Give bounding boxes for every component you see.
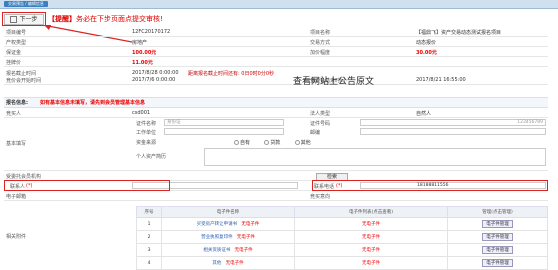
deposit-label: 保证金 xyxy=(6,50,22,56)
postcode-label: 邮编 xyxy=(310,130,321,136)
table-row: 2 营业执照复印件 无电子件 无电子件 电子件管理 xyxy=(136,230,548,244)
row-no: 1 xyxy=(136,217,162,231)
attachment-status: 无电子件 xyxy=(234,248,253,253)
listing-price-value: 11.00元 xyxy=(132,60,153,66)
signup-section-notice: 如有基本信息未填写，请先到会员管理基本信息 xyxy=(40,100,146,106)
resume-label: 个人资产简历 xyxy=(136,154,167,160)
signup-deadline-value: 2017/8/28 0:00:00 xyxy=(132,70,179,76)
signup-section-header: 报名信息: 如有基本信息未填写，请先到会员管理基本信息 xyxy=(4,97,548,108)
attachment-status: 无电子件 xyxy=(236,235,255,240)
attachment-list: 无电子件 xyxy=(294,230,448,244)
manage-button[interactable]: 电子件管理 xyxy=(482,259,513,267)
attachment-list: 无电子件 xyxy=(294,217,448,231)
deposit-value: 100.00元 xyxy=(132,50,157,56)
row-no: 3 xyxy=(136,243,162,257)
funding-option-1[interactable]: 自有 xyxy=(240,140,250,146)
funding-option-2[interactable]: 贷款 xyxy=(270,140,280,146)
funding-option-3[interactable]: 其他 xyxy=(301,140,311,146)
signup-section-title: 报名信息: xyxy=(6,100,28,106)
quote-end-value: 2017/8/21 16:55:00 xyxy=(416,77,466,83)
quote-start-label: 竞价会开始时间 xyxy=(6,78,42,84)
table-row: 3 相关资质证书 无电子件 无电子件 电子件管理 xyxy=(136,243,548,257)
project-name-value: 【福鼎飞】资产交易动态测试报名项目 xyxy=(416,30,502,36)
attachments-table: 序号 电子件名称 电子件列表(点击查看) 管理(点击管理) 1 买受房产转让申请… xyxy=(136,206,548,270)
signup-deadline-label: 报名截止时间 xyxy=(6,71,37,77)
row-no: 4 xyxy=(136,256,162,270)
col-manage: 管理(点击管理) xyxy=(447,206,548,218)
remark-label: 竞买意向 xyxy=(310,194,331,200)
col-no: 序号 xyxy=(136,206,162,218)
bidder-label: 竞买人 xyxy=(6,111,22,117)
manage-cell: 电子件管理 xyxy=(447,230,548,244)
trade-method-label: 交易方式 xyxy=(310,40,331,46)
postcode-field[interactable] xyxy=(360,128,546,135)
id-name-field[interactable]: 身份证 xyxy=(164,119,284,126)
email-label: 电子邮箱 xyxy=(6,194,27,200)
row-no: 2 xyxy=(136,230,162,244)
increment-label: 加价幅度 xyxy=(310,50,331,56)
manage-cell: 电子件管理 xyxy=(447,217,548,231)
id-name-label: 证件名称 xyxy=(136,121,157,127)
project-name-label: 项目名称 xyxy=(310,30,331,36)
tab-edit-info[interactable]: 交易预告 / 编辑信息 xyxy=(4,1,48,7)
attachment-list: 无电子件 xyxy=(294,243,448,257)
property-type-value: 房地产 xyxy=(132,40,148,46)
attachments-label: 相关附件 xyxy=(6,234,27,240)
basic-fill-label: 基本填写 xyxy=(6,141,27,147)
legal-type-label: 法人类型 xyxy=(310,111,331,117)
radio-icon[interactable] xyxy=(234,140,239,145)
id-no-label: 证件号码 xyxy=(310,121,331,127)
radio-icon[interactable] xyxy=(264,140,270,145)
attachment-name[interactable]: 相关资质证书 xyxy=(203,248,230,253)
project-no-label: 项目编号 xyxy=(6,30,27,36)
manage-cell: 电子件管理 xyxy=(447,256,548,270)
attachment-status: 无电子件 xyxy=(225,261,244,266)
row-name-cell: 相关资质证书 无电子件 xyxy=(161,243,295,257)
manage-button[interactable]: 电子件管理 xyxy=(482,220,513,228)
property-type-label: 产权类型 xyxy=(6,40,27,46)
project-no-value: 12FC20170172 xyxy=(132,29,171,35)
attachment-status: 无电子件 xyxy=(241,222,260,227)
row-name-cell: 买受房产转让申请书 无电子件 xyxy=(161,217,295,231)
trade-method-value: 动态报价 xyxy=(416,40,437,46)
attachment-list: 无电子件 xyxy=(294,256,448,270)
radio-icon[interactable] xyxy=(294,140,300,145)
legal-type-value: 自然人 xyxy=(416,111,432,117)
row-name-cell: 其他 无电子件 xyxy=(161,256,295,270)
table-row: 4 其他 无电子件 无电子件 电子件管理 xyxy=(136,256,548,270)
watermark-text: 查看网站上公告原文 xyxy=(293,77,375,87)
resume-textarea[interactable] xyxy=(204,148,546,166)
attachment-name[interactable]: 买受房产转让申请书 xyxy=(197,222,238,227)
increment-value: 30.00元 xyxy=(416,50,437,56)
manage-button[interactable]: 电子件管理 xyxy=(482,246,513,254)
top-tab-bar xyxy=(0,0,558,9)
countdown-note: 距离报名截止时间还有: 0日0时0分0秒 xyxy=(188,71,275,77)
manage-button[interactable]: 电子件管理 xyxy=(482,233,513,241)
id-no-field[interactable]: 123456789 xyxy=(360,119,546,126)
col-list: 电子件列表(点击查看) xyxy=(294,206,448,218)
listing-price-label: 挂牌价 xyxy=(6,60,22,66)
workplace-label: 工作单位 xyxy=(136,130,157,136)
table-row: 1 买受房产转让申请书 无电子件 无电子件 电子件管理 xyxy=(136,217,548,231)
funding-radio-group[interactable]: 自有 贷款 其他 xyxy=(234,139,311,146)
row-name-cell: 营业执照复印件 无电子件 xyxy=(161,230,295,244)
col-name: 电子件名称 xyxy=(161,206,295,218)
phone-highlight xyxy=(312,180,548,191)
agent-label: 受委托会员机构 xyxy=(6,174,42,180)
workplace-field[interactable] xyxy=(164,128,284,135)
attachment-name[interactable]: 营业执照复印件 xyxy=(201,235,233,240)
contact-highlight xyxy=(4,180,170,191)
manage-cell: 电子件管理 xyxy=(447,243,548,257)
funding-label: 资金来源 xyxy=(136,140,157,146)
bidder-value: csd001 xyxy=(132,110,151,116)
attachment-name[interactable]: 其他 xyxy=(212,261,221,266)
quote-start-value: 2017/7/6 0:00:00 xyxy=(132,77,176,83)
